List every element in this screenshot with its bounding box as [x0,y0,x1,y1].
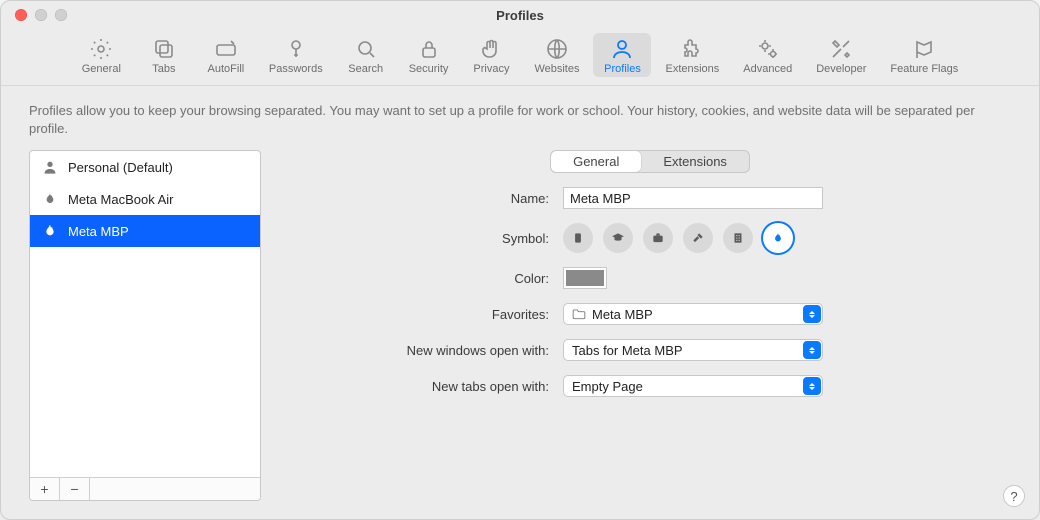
new-windows-popup[interactable]: Tabs for Meta MBP [563,339,823,361]
toolbar-tab-search[interactable]: Search [337,33,395,77]
toolbar-tab-label: Tabs [152,63,175,75]
flame-icon [42,223,58,239]
new-tabs-value: Empty Page [572,379,643,394]
toolbar-tab-label: Advanced [743,63,792,75]
favorites-value: Meta MBP [592,307,653,322]
symbol-option-briefcase[interactable] [643,223,673,253]
profile-row-label: Personal (Default) [68,160,173,175]
toolbar-tab-label: Privacy [473,63,509,75]
symbol-picker [563,223,1011,253]
profiles-list-body[interactable]: Personal (Default) Meta MacBook Air Meta… [30,151,260,477]
favorites-popup[interactable]: Meta MBP [563,303,823,325]
minimize-window-button[interactable] [35,9,47,21]
chevron-updown-icon [803,341,821,359]
key-icon [284,37,308,61]
profile-row[interactable]: Personal (Default) [30,151,260,183]
toolbar-tab-label: Developer [816,63,866,75]
autofill-icon [214,37,238,61]
preferences-toolbar: General Tabs AutoFill Passwords Search [1,29,1039,86]
profile-form: Name: Symbol: Color: [289,187,1011,397]
new-tabs-popup[interactable]: Empty Page [563,375,823,397]
color-label: Color: [289,271,549,286]
toolbar-tab-label: Extensions [665,63,719,75]
gears-icon [756,37,780,61]
toolbar-tab-security[interactable]: Security [399,33,459,77]
chevron-updown-icon [803,377,821,395]
flags-icon [912,37,936,61]
remove-profile-button[interactable]: − [60,478,90,500]
symbol-option-id-card[interactable] [563,223,593,253]
profile-subtabs: General Extensions [550,150,750,173]
split-view: Personal (Default) Meta MacBook Air Meta… [29,150,1011,501]
content-area: Profiles allow you to keep your browsing… [1,86,1039,519]
preferences-window: Profiles General Tabs AutoFill Pass [0,0,1040,520]
profiles-list: Personal (Default) Meta MacBook Air Meta… [29,150,261,501]
gear-icon [89,37,113,61]
name-label: Name: [289,191,549,206]
toolbar-tab-label: Profiles [604,63,641,75]
profile-row-label: Meta MBP [68,224,129,239]
profile-row-label: Meta MacBook Air [68,192,174,207]
toolbar-tab-extensions[interactable]: Extensions [655,33,729,77]
favorites-label: Favorites: [289,307,549,322]
flame-icon [42,191,58,207]
profile-name-input[interactable] [563,187,823,209]
toolbar-tab-label: Feature Flags [890,63,958,75]
toolbar-tab-autofill[interactable]: AutoFill [197,33,255,77]
toolbar-tab-tabs[interactable]: Tabs [135,33,193,77]
new-windows-label: New windows open with: [289,343,549,358]
hand-icon [479,37,503,61]
toolbar-tab-passwords[interactable]: Passwords [259,33,333,77]
puzzle-icon [680,37,704,61]
zoom-window-button[interactable] [55,9,67,21]
new-tabs-label: New tabs open with: [289,379,549,394]
search-icon [354,37,378,61]
toolbar-tab-developer[interactable]: Developer [806,33,876,77]
folder-icon [572,308,586,320]
window-title: Profiles [496,8,544,23]
symbol-option-building[interactable] [723,223,753,253]
lock-icon [417,37,441,61]
globe-icon [545,37,569,61]
close-window-button[interactable] [15,9,27,21]
toolbar-tab-label: Passwords [269,63,323,75]
toolbar-tab-feature-flags[interactable]: Feature Flags [880,33,968,77]
symbol-option-graduation-cap[interactable] [603,223,633,253]
toolbar-tab-profiles[interactable]: Profiles [593,33,651,77]
help-button[interactable]: ? [1003,485,1025,507]
tools-icon [829,37,853,61]
tabs-icon [152,37,176,61]
profile-row[interactable]: Meta MacBook Air [30,183,260,215]
symbol-option-hammer[interactable] [683,223,713,253]
profile-row[interactable]: Meta MBP [30,215,260,247]
add-profile-button[interactable]: + [30,478,60,500]
symbol-label: Symbol: [289,231,549,246]
toolbar-tab-label: Search [348,63,383,75]
chevron-updown-icon [803,305,821,323]
symbol-option-flame[interactable] [763,223,793,253]
color-swatch [566,270,604,286]
color-well[interactable] [563,267,607,289]
toolbar-tab-label: Security [409,63,449,75]
toolbar-tab-privacy[interactable]: Privacy [462,33,520,77]
person-icon [610,37,634,61]
profile-editor: General Extensions Name: Symbol: [289,150,1011,501]
toolbar-tab-websites[interactable]: Websites [524,33,589,77]
toolbar-tab-label: AutoFill [208,63,245,75]
toolbar-tab-general[interactable]: General [72,33,131,77]
subtab-extensions[interactable]: Extensions [641,151,749,172]
profiles-list-footer: + − [30,477,260,500]
pane-description: Profiles allow you to keep your browsing… [29,102,1011,138]
person-icon [42,159,58,175]
toolbar-tab-advanced[interactable]: Advanced [733,33,802,77]
toolbar-tab-label: General [82,63,121,75]
traffic-lights [15,9,67,21]
subtab-general[interactable]: General [551,151,641,172]
toolbar-tab-label: Websites [534,63,579,75]
new-windows-value: Tabs for Meta MBP [572,343,683,358]
titlebar: Profiles [1,1,1039,29]
